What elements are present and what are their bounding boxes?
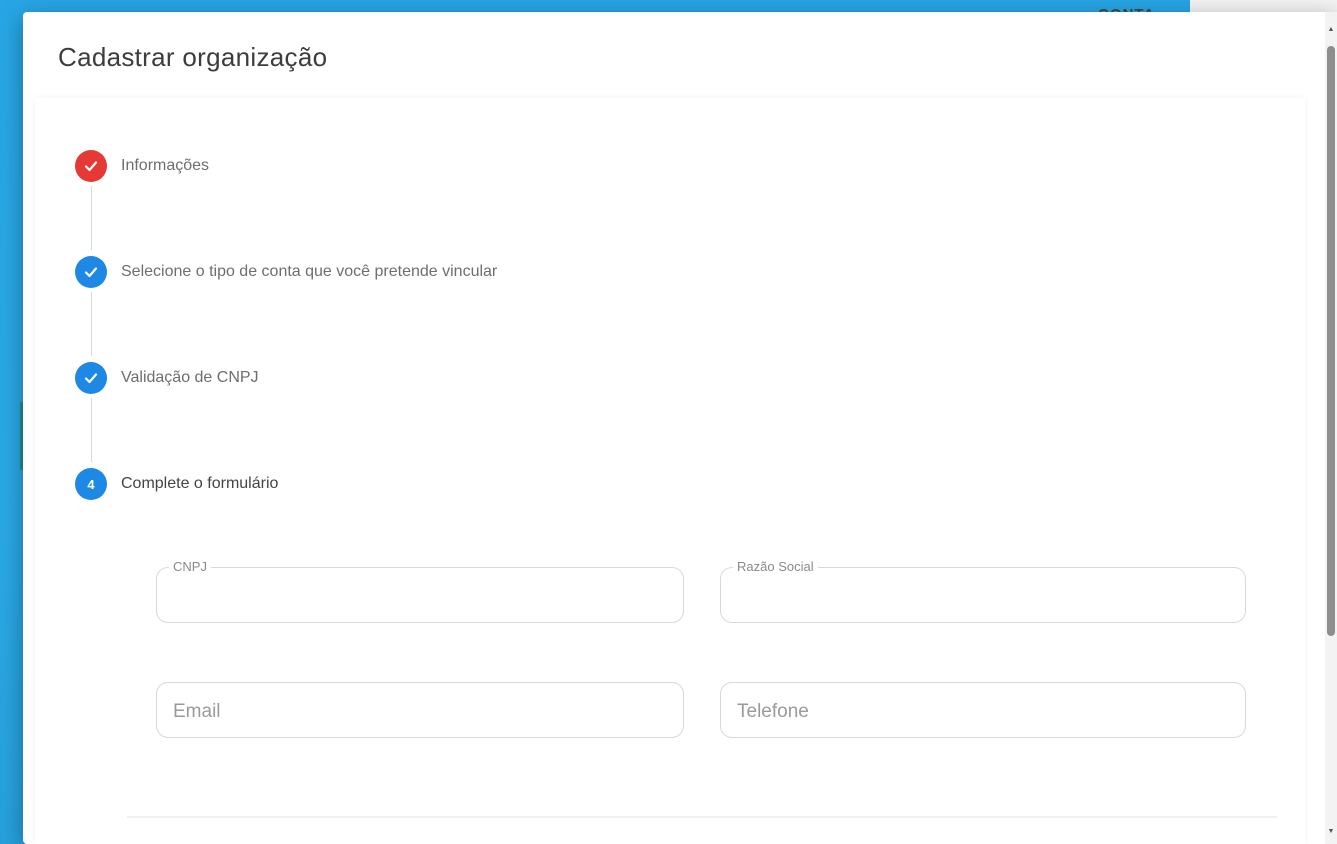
step-label: Informações (121, 157, 210, 174)
check-icon (75, 150, 107, 182)
cnpj-field[interactable]: CNPJ (156, 559, 684, 623)
modal-title: Cadastrar organização (58, 42, 328, 72)
telefone-field[interactable]: Telefone (720, 682, 1246, 738)
step-label: Complete o formulário (121, 475, 279, 492)
scroll-thumb[interactable] (1327, 46, 1335, 636)
scroll-down-icon[interactable]: ▼ (1325, 824, 1337, 838)
razao-social-field[interactable]: Razão Social (720, 559, 1246, 623)
step-tipo-de-conta[interactable]: Selecione o tipo de conta que você prete… (75, 256, 497, 288)
scrollbar[interactable]: ▲ ▼ (1325, 12, 1337, 844)
email-field-placeholder: Email (173, 701, 221, 722)
razao-social-field-label: Razão Social (733, 559, 818, 574)
scroll-up-icon[interactable]: ▲ (1325, 22, 1337, 36)
telefone-field-placeholder: Telefone (737, 701, 809, 722)
check-icon (75, 362, 107, 394)
register-organization-modal: Cadastrar organização Informações Seleci… (23, 12, 1337, 844)
step-label: Selecione o tipo de conta que você prete… (121, 263, 498, 280)
step-complete-formulario[interactable]: 4 Complete o formulário (75, 468, 278, 500)
step-informacoes[interactable]: Informações (75, 150, 209, 182)
step-connector (91, 398, 92, 462)
form-divider (127, 816, 1277, 818)
step-connector (91, 186, 92, 250)
step-number-badge: 4 (75, 468, 107, 500)
stepper: Informações Selecione o tipo de conta qu… (35, 98, 1305, 844)
cnpj-field-label: CNPJ (169, 559, 211, 574)
step-connector (91, 292, 92, 356)
check-icon (75, 256, 107, 288)
step-validacao-cnpj[interactable]: Validação de CNPJ (75, 362, 259, 394)
email-field[interactable]: Email (156, 682, 684, 738)
step-label: Validação de CNPJ (121, 369, 259, 386)
modal-header: Cadastrar organização (23, 12, 1337, 98)
